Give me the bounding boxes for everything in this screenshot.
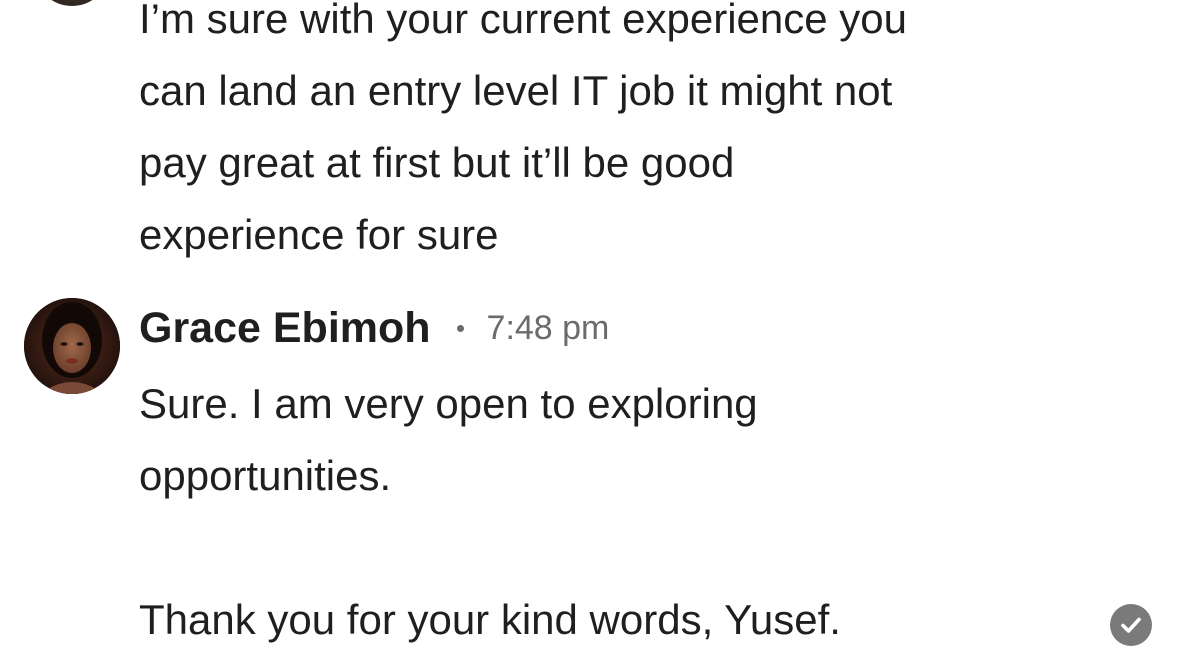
previous-message-text: I’m sure with your current experience yo…: [139, 0, 907, 258]
previous-sender-avatar[interactable]: [34, 0, 110, 6]
message-text-paragraph-2: Thank you for your kind words, Yusef.: [139, 596, 841, 643]
grace-avatar[interactable]: [24, 298, 120, 394]
message-text-paragraph-1: Sure. I am very open to exploring opport…: [139, 380, 758, 499]
message-header: Grace Ebimoh 7:48 pm: [139, 300, 609, 356]
message-timestamp: 7:48 pm: [486, 308, 610, 347]
message-thread: I’m sure with your current experience yo…: [0, 0, 1178, 658]
check-circle-icon: [1110, 604, 1152, 646]
separator-dot: [456, 324, 464, 332]
sender-name[interactable]: Grace Ebimoh: [139, 304, 431, 353]
avatar-icon: [24, 298, 120, 394]
